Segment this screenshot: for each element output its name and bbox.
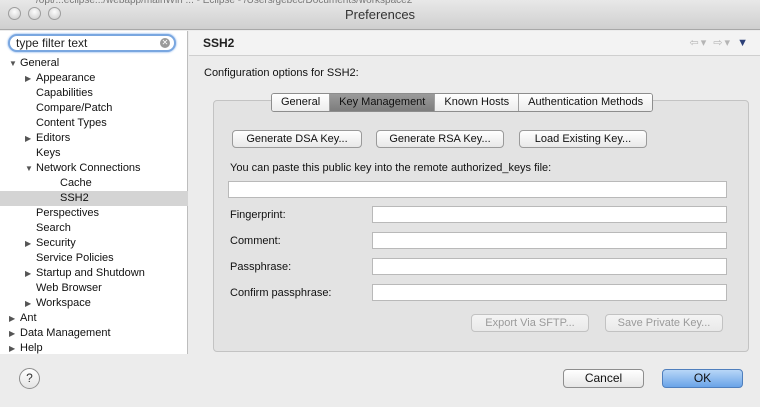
tree-item-label: Web Browser <box>36 282 102 294</box>
preference-page: SSH2 ⇦▾ ⇨▾ ▼ Configuration options for S… <box>189 31 760 354</box>
help-icon[interactable]: ? <box>19 368 40 389</box>
tree-item-search[interactable]: Search <box>0 221 188 236</box>
collapsed-arrow-icon[interactable]: ▶ <box>25 131 34 146</box>
tree-item-label: Appearance <box>36 72 96 84</box>
collapsed-arrow-icon[interactable]: ▶ <box>25 71 34 86</box>
collapsed-arrow-icon[interactable]: ▶ <box>25 296 34 311</box>
filter-input[interactable] <box>16 36 156 50</box>
cancel-button[interactable]: Cancel <box>563 369 644 388</box>
tree-item-label: Compare/Patch <box>36 102 113 114</box>
tree-item-label: Service Policies <box>36 252 114 264</box>
tree-item-help[interactable]: ▶ Help <box>0 341 188 356</box>
tab-key-management[interactable]: Key Management <box>330 94 436 111</box>
tree-item-label: Help <box>20 342 43 354</box>
tab-known-hosts[interactable]: Known Hosts <box>435 94 520 111</box>
preferences-tree-panel: ✕ ▼General▶AppearanceCapabilitiesCompare… <box>0 31 188 354</box>
page-navigation: ⇦▾ ⇨▾ ▼ <box>689 36 750 49</box>
comment-field[interactable] <box>372 232 727 249</box>
passphrase-field[interactable] <box>372 258 727 275</box>
back-arrow-icon[interactable]: ⇦ <box>689 37 700 49</box>
tree-item-label: Startup and Shutdown <box>36 267 145 279</box>
expanded-arrow-icon[interactable]: ▼ <box>9 56 18 71</box>
tree-item-label: Workspace <box>36 297 91 309</box>
public-key-field[interactable] <box>228 181 727 198</box>
generate-dsa-key-button[interactable]: Generate DSA Key... <box>232 130 362 148</box>
public-key-hint: You can paste this public key into the r… <box>230 162 552 174</box>
load-existing-key-button[interactable]: Load Existing Key... <box>519 130 647 148</box>
tree-item-label: Security <box>36 237 76 249</box>
tree-item-perspectives[interactable]: Perspectives <box>0 206 188 221</box>
search-clear-icon[interactable]: ✕ <box>160 38 170 48</box>
tree-item-appearance[interactable]: ▶ Appearance <box>0 71 188 86</box>
tab-general[interactable]: General <box>272 94 331 111</box>
tree-item-label: Editors <box>36 132 71 144</box>
tree-item-label: Cache <box>60 177 92 189</box>
tree-item-label: Content Types <box>36 117 107 129</box>
tab-authentication-methods[interactable]: Authentication Methods <box>519 94 653 111</box>
tree-item-data-management[interactable]: ▶ Data Management <box>0 326 188 341</box>
chevron-down-icon[interactable]: ▾ <box>725 37 733 49</box>
forward-arrow-icon[interactable]: ⇨ <box>713 37 724 49</box>
confirm-passphrase-label: Confirm passphrase: <box>230 287 332 299</box>
background-window-path: /opt/...eclipse.../webapp/mainWin ... - … <box>36 0 413 6</box>
tree-item-label: Keys <box>36 147 61 159</box>
tree-item-label: Data Management <box>20 327 111 339</box>
fingerprint-label: Fingerprint: <box>230 209 286 221</box>
confirm-passphrase-field[interactable] <box>372 284 727 301</box>
collapsed-arrow-icon[interactable]: ▶ <box>25 236 34 251</box>
tree-item-general[interactable]: ▼ General <box>0 56 188 71</box>
tree-item-keys[interactable]: Keys <box>0 146 188 161</box>
title-bar: /opt/...eclipse.../webapp/mainWin ... - … <box>0 0 760 30</box>
collapsed-arrow-icon[interactable]: ▶ <box>25 266 34 281</box>
tree-item-capabilities[interactable]: Capabilities <box>0 86 188 101</box>
generate-rsa-key-button[interactable]: Generate RSA Key... <box>376 130 504 148</box>
passphrase-label: Passphrase: <box>230 261 292 273</box>
comment-label: Comment: <box>230 235 281 247</box>
tree-item-security[interactable]: ▶ Security <box>0 236 188 251</box>
filter-field[interactable]: ✕ <box>8 34 176 52</box>
page-header: SSH2 ⇦▾ ⇨▾ ▼ <box>189 31 760 56</box>
tree-item-label: General <box>20 57 60 69</box>
tree-item-label: SSH2 <box>60 192 89 204</box>
tree-item-content-types[interactable]: Content Types <box>0 116 188 131</box>
tree-item-compare-patch[interactable]: Compare/Patch <box>0 101 188 116</box>
tree-item-label: Network Connections <box>36 162 141 174</box>
tree-item-web-browser[interactable]: Web Browser <box>0 281 188 296</box>
fingerprint-field[interactable] <box>372 206 727 223</box>
view-menu-icon[interactable]: ▼ <box>737 37 750 49</box>
collapsed-arrow-icon[interactable]: ▶ <box>9 311 18 326</box>
expanded-arrow-icon[interactable]: ▼ <box>25 161 34 176</box>
tab-bar: General Key Management Known Hosts Authe… <box>271 93 654 112</box>
collapsed-arrow-icon[interactable]: ▶ <box>9 341 18 356</box>
tree-item-label: Perspectives <box>36 207 99 219</box>
tree-item-network-connections[interactable]: ▼ Network Connections <box>0 161 188 176</box>
page-description: Configuration options for SSH2: <box>204 67 359 79</box>
tree-item-workspace[interactable]: ▶ Workspace <box>0 296 188 311</box>
window-title: Preferences <box>344 7 416 22</box>
tree-item-label: Search <box>36 222 71 234</box>
collapsed-arrow-icon[interactable]: ▶ <box>9 326 18 341</box>
tree-item-service-policies[interactable]: Service Policies <box>0 251 188 266</box>
page-title: SSH2 <box>203 36 235 50</box>
save-private-key-button[interactable]: Save Private Key... <box>605 314 723 332</box>
tree-item-startup-and-shutdown[interactable]: ▶ Startup and Shutdown <box>0 266 188 281</box>
export-via-sftp-button[interactable]: Export Via SFTP... <box>471 314 589 332</box>
tree-item-label: Ant <box>20 312 37 324</box>
chevron-down-icon[interactable]: ▾ <box>701 37 709 49</box>
ok-button[interactable]: OK <box>662 369 743 388</box>
tree-item-ssh2[interactable]: SSH2 <box>0 191 188 206</box>
tree-item-editors[interactable]: ▶ Editors <box>0 131 188 146</box>
tree-item-cache[interactable]: Cache <box>0 176 188 191</box>
tree-item-label: Capabilities <box>36 87 93 99</box>
tree-item-ant[interactable]: ▶ Ant <box>0 311 188 326</box>
